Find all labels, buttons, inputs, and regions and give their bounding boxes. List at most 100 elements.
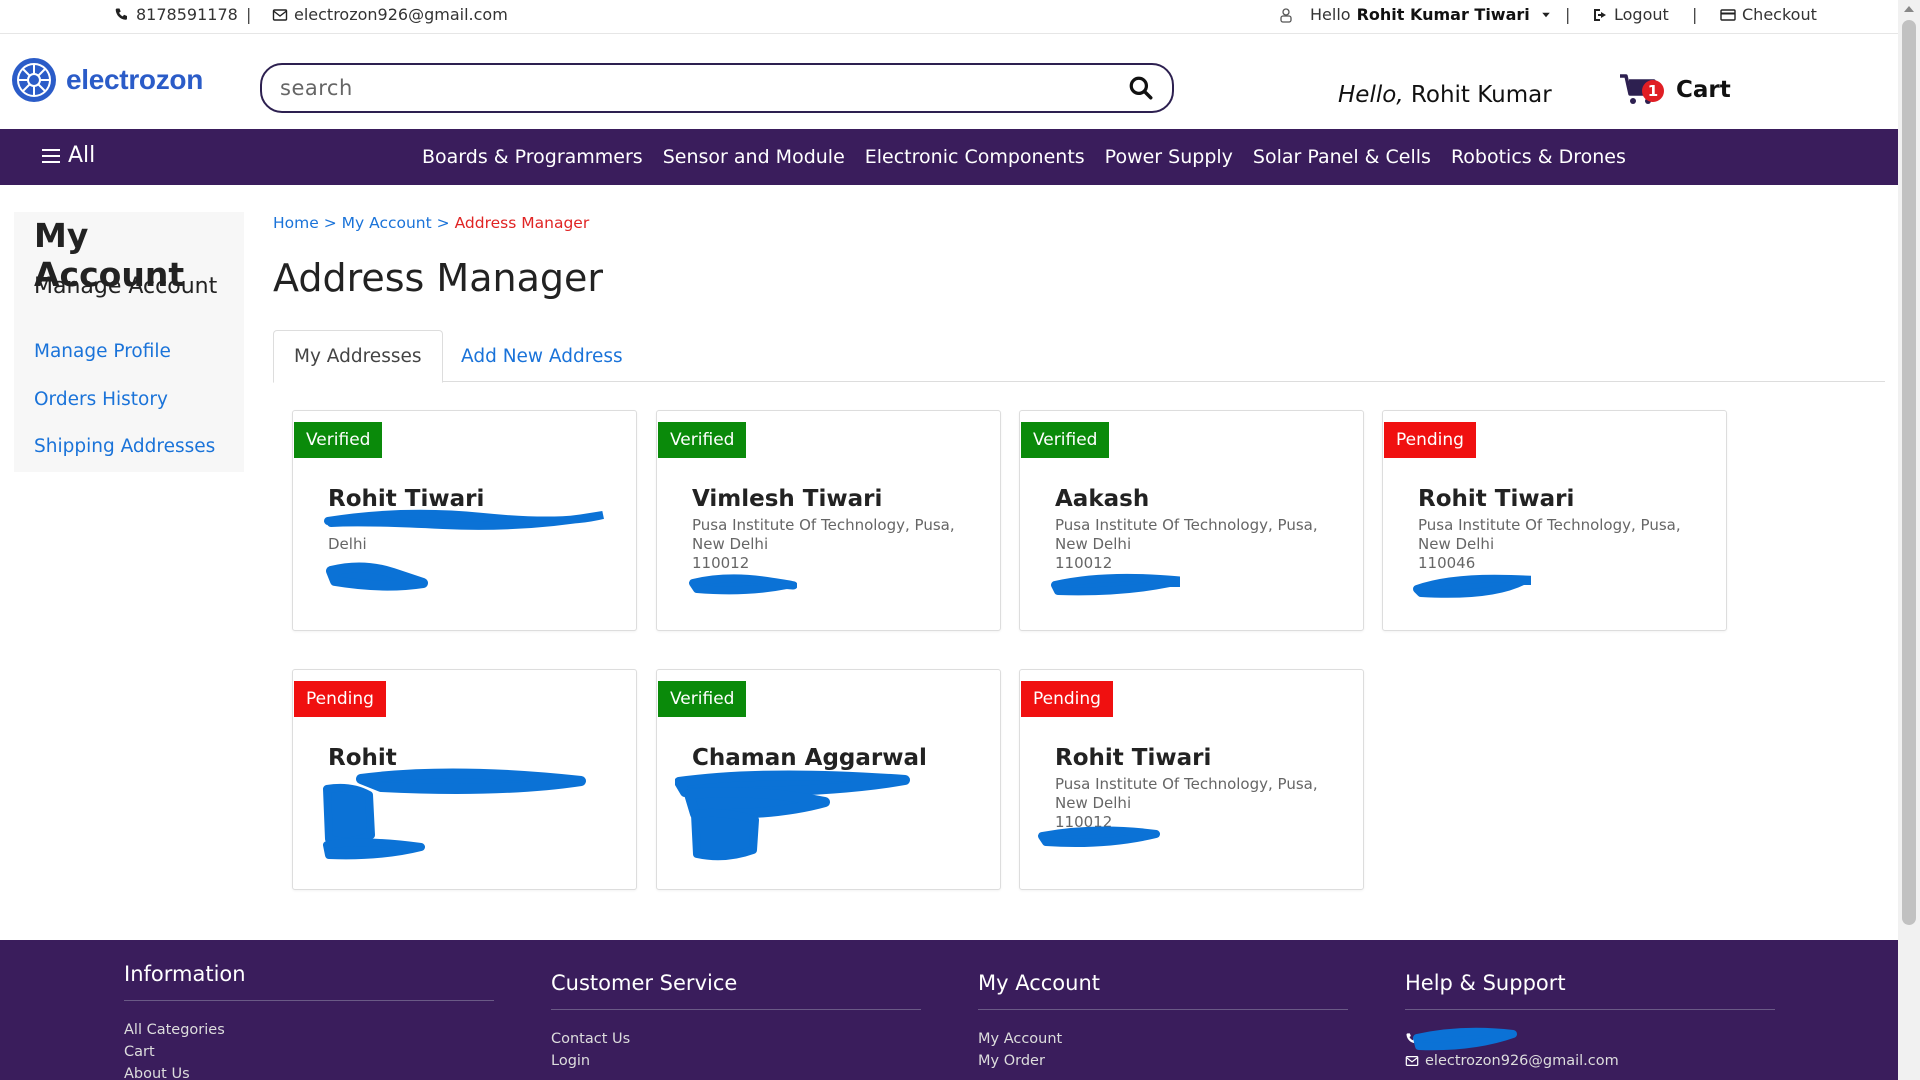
footer-my-account: My Account My Account My Order bbox=[978, 971, 1348, 1072]
nav-link-solar[interactable]: Solar Panel & Cells bbox=[1253, 146, 1431, 168]
nav-link-power[interactable]: Power Supply bbox=[1105, 146, 1233, 168]
nav-link-components[interactable]: Electronic Components bbox=[865, 146, 1085, 168]
page-scrollbar[interactable] bbox=[1898, 0, 1920, 1080]
credit-card-icon bbox=[1720, 8, 1736, 21]
breadcrumb-separator: > bbox=[323, 214, 337, 232]
cart-button[interactable]: 1 Cart bbox=[1618, 72, 1731, 108]
search-input[interactable] bbox=[280, 76, 1128, 100]
nav-link-sensors[interactable]: Sensor and Module bbox=[663, 146, 845, 168]
cart-icon: 1 bbox=[1618, 72, 1664, 108]
divider: | bbox=[1565, 5, 1571, 24]
status-badge: Verified bbox=[658, 422, 747, 458]
footer-email[interactable]: electrozon926@gmail.com bbox=[1405, 1050, 1775, 1072]
address-card[interactable]: Pending Rohit Tiwari Pusa Institute Of T… bbox=[1019, 669, 1364, 890]
footer-link[interactable]: My Account bbox=[978, 1028, 1348, 1050]
scroll-up-arrow-icon[interactable] bbox=[1904, 6, 1914, 12]
phone-number: 8178591178 bbox=[136, 5, 238, 24]
greeting-hello: Hello, bbox=[1338, 82, 1404, 108]
status-badge: Verified bbox=[658, 681, 747, 717]
phone-contact[interactable]: 8178591178 bbox=[114, 5, 238, 24]
checkout-link[interactable]: Checkout bbox=[1720, 5, 1817, 24]
hello-prefix: Hello bbox=[1310, 5, 1351, 24]
status-badge: Pending bbox=[294, 681, 386, 717]
address-name: Vimlesh Tiwari bbox=[692, 486, 883, 512]
address-details: Pusa Institute Of Technology, Pusa, New … bbox=[1418, 516, 1718, 573]
account-sidebar: My Account Manage Account Manage Profile… bbox=[14, 212, 244, 472]
nav-links: Boards & Programmers Sensor and Module E… bbox=[422, 129, 1626, 185]
footer-heading: Information bbox=[124, 962, 494, 1001]
cart-count-badge: 1 bbox=[1642, 80, 1664, 102]
caret-down-icon bbox=[1542, 12, 1550, 17]
all-label: All bbox=[68, 143, 96, 168]
address-name: Rohit Tiwari bbox=[1055, 745, 1212, 771]
search-icon[interactable] bbox=[1128, 75, 1154, 101]
sidebar-item-manage-profile[interactable]: Manage Profile bbox=[34, 341, 171, 362]
address-card[interactable]: Verified Chaman Aggarwal bbox=[656, 669, 1001, 890]
user-icon bbox=[1280, 7, 1292, 23]
page-title: Address Manager bbox=[273, 256, 603, 300]
sidebar-item-orders-history[interactable]: Orders History bbox=[34, 389, 168, 410]
address-line2: New Delhi bbox=[1055, 794, 1132, 812]
address-name: Aakash bbox=[1055, 486, 1150, 512]
logo-icon bbox=[12, 58, 56, 102]
nav-link-robotics[interactable]: Robotics & Drones bbox=[1451, 146, 1626, 168]
redaction-scribble bbox=[689, 574, 797, 595]
address-name: Chaman Aggarwal bbox=[692, 745, 927, 771]
logout-link[interactable]: Logout bbox=[1592, 5, 1669, 24]
address-line2: New Delhi bbox=[692, 535, 769, 553]
sign-out-icon bbox=[1594, 8, 1606, 21]
all-categories-toggle[interactable]: All bbox=[42, 143, 95, 168]
address-line1: Pusa Institute Of Technology, Pusa, bbox=[1418, 516, 1681, 534]
address-card[interactable]: Pending Rohit Tiwari Pusa Institute Of T… bbox=[1382, 410, 1727, 631]
logout-label: Logout bbox=[1614, 5, 1669, 24]
address-tabs: My Addresses Add New Address bbox=[273, 330, 1885, 383]
footer-link[interactable]: Cart bbox=[124, 1041, 494, 1063]
site-logo[interactable]: electrozon bbox=[10, 56, 203, 104]
top-bar: 8178591178 | electrozon926@gmail.com Hel… bbox=[0, 0, 1898, 34]
address-card[interactable]: Verified Rohit Tiwari Delhi bbox=[292, 410, 637, 631]
status-badge: Pending bbox=[1021, 681, 1113, 717]
email-contact[interactable]: electrozon926@gmail.com bbox=[272, 5, 508, 24]
address-line1: Pusa Institute Of Technology, Pusa, bbox=[692, 516, 955, 534]
status-badge: Verified bbox=[294, 422, 383, 458]
sidebar-subtitle: Manage Account bbox=[34, 274, 218, 299]
breadcrumb: Home > My Account > Address Manager bbox=[273, 214, 589, 232]
tab-my-addresses[interactable]: My Addresses bbox=[273, 330, 443, 383]
footer-link[interactable]: All Categories bbox=[124, 1019, 494, 1041]
greeting: Hello, Rohit Kumar bbox=[1338, 82, 1552, 108]
redaction-scribble bbox=[1413, 1027, 1517, 1051]
tab-add-new-address[interactable]: Add New Address bbox=[441, 330, 643, 382]
greeting-name: Rohit Kumar bbox=[1410, 82, 1552, 108]
footer-customer-service: Customer Service Contact Us Login bbox=[551, 971, 921, 1072]
hamburger-icon bbox=[42, 148, 60, 163]
address-line1: Pusa Institute Of Technology, Pusa, bbox=[1055, 516, 1318, 534]
address-line2: New Delhi bbox=[1055, 535, 1132, 553]
breadcrumb-my-account[interactable]: My Account bbox=[342, 214, 432, 232]
footer-link[interactable]: Login bbox=[551, 1050, 921, 1072]
breadcrumb-home[interactable]: Home bbox=[273, 214, 319, 232]
envelope-icon bbox=[272, 8, 288, 21]
redaction-scribble bbox=[1038, 826, 1160, 847]
address-card[interactable]: Verified Aakash Pusa Institute Of Techno… bbox=[1019, 410, 1364, 631]
footer-link[interactable]: About Us bbox=[124, 1063, 494, 1080]
redaction-scribble bbox=[323, 768, 586, 860]
envelope-icon bbox=[1405, 1056, 1419, 1066]
divider: | bbox=[246, 5, 252, 24]
address-details: Pusa Institute Of Technology, Pusa, New … bbox=[692, 516, 992, 573]
address-card[interactable]: Verified Vimlesh Tiwari Pusa Institute O… bbox=[656, 410, 1001, 631]
phone-icon bbox=[115, 8, 127, 20]
address-line2: New Delhi bbox=[1418, 535, 1495, 553]
status-badge: Verified bbox=[1021, 422, 1110, 458]
sidebar-item-shipping-addresses[interactable]: Shipping Addresses bbox=[34, 436, 215, 457]
footer-heading: My Account bbox=[978, 971, 1348, 1010]
address-details: Pusa Institute Of Technology, Pusa, New … bbox=[1055, 516, 1355, 573]
footer-link[interactable]: Contact Us bbox=[551, 1028, 921, 1050]
footer-heading: Help & Support bbox=[1405, 971, 1775, 1010]
scrollbar-thumb[interactable] bbox=[1902, 20, 1916, 925]
nav-link-boards[interactable]: Boards & Programmers bbox=[422, 146, 643, 168]
redaction-scribble bbox=[1413, 574, 1531, 598]
user-menu[interactable]: Hello Rohit Kumar Tiwari bbox=[1278, 5, 1552, 24]
divider: | bbox=[1692, 5, 1698, 24]
address-card[interactable]: Pending Rohit bbox=[292, 669, 637, 890]
footer-link[interactable]: My Order bbox=[978, 1050, 1348, 1072]
